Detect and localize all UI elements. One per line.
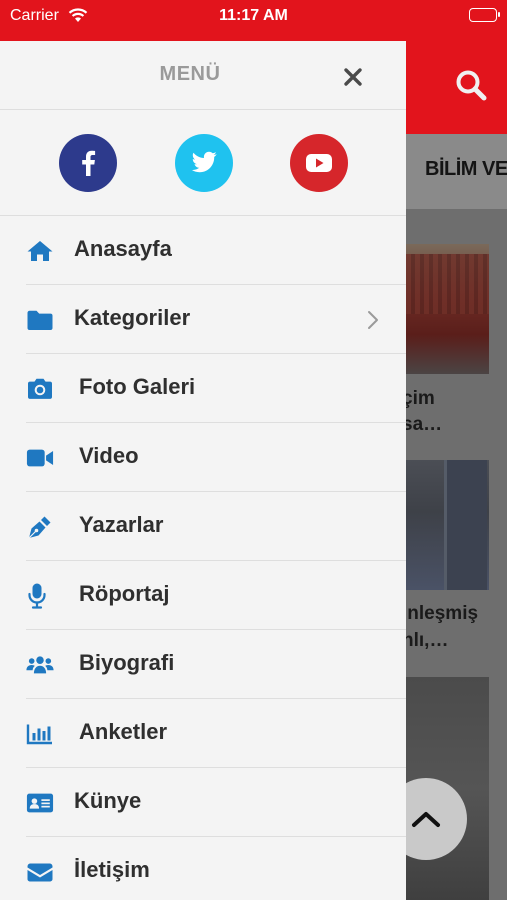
pen-icon (26, 514, 54, 540)
news-title-fragment: sa… (406, 414, 443, 435)
twitter-icon (191, 151, 217, 173)
news-title-fragment: nlı,… (406, 630, 449, 651)
news-title-fragment: inleşmiş (406, 603, 479, 624)
menu-item-label: Yazarlar (79, 512, 164, 537)
menu-item-label: Röportaj (79, 581, 170, 606)
envelope-icon (26, 859, 54, 885)
menu-item-anketler[interactable]: Anketler (26, 699, 406, 768)
menu-item-biyografi[interactable]: Biyografi (26, 630, 406, 699)
menu-item-roportaj[interactable]: Röportaj (26, 561, 406, 630)
category-tabs: BİLİM VE (406, 134, 507, 209)
menu-item-label: Kategoriler (74, 305, 191, 330)
clock: 11:17 AM (219, 7, 288, 24)
camera-icon (26, 376, 54, 402)
youtube-button[interactable] (290, 134, 348, 192)
menu-title: MENÜ (159, 63, 221, 85)
tab-bilim[interactable]: BİLİM VE (425, 158, 507, 181)
id-card-icon (26, 790, 54, 816)
menu-item-yazarlar[interactable]: Yazarlar (26, 492, 406, 561)
facebook-button[interactable] (59, 134, 117, 192)
chart-icon (26, 721, 54, 747)
close-icon[interactable] (341, 65, 365, 94)
chevron-up-icon (412, 812, 440, 827)
news-title-fragment: çim (406, 388, 435, 409)
menu-item-label: İletişim (74, 857, 150, 882)
menu-item-label: Foto Galeri (79, 374, 196, 399)
background-content: BİLİM VE çim sa… inleşmiş nlı,… (406, 41, 507, 900)
menu-item-video[interactable]: Video (26, 423, 406, 492)
users-icon (26, 652, 54, 678)
social-links (0, 110, 406, 216)
menu-item-label: Video (79, 443, 139, 468)
microphone-icon (26, 583, 54, 609)
app-header (406, 41, 507, 134)
video-icon (26, 445, 54, 471)
facebook-icon (82, 150, 96, 176)
side-menu: MENÜ Anasayfa Kategoriler Foto Galeri Vi… (0, 41, 406, 900)
menu-item-iletisim[interactable]: İletişim (26, 837, 406, 900)
menu-item-anasayfa[interactable]: Anasayfa (26, 216, 406, 285)
menu-item-label: Anketler (79, 719, 168, 744)
news-thumbnail[interactable] (406, 460, 489, 590)
menu-item-label: Anasayfa (74, 236, 172, 261)
twitter-button[interactable] (175, 134, 233, 192)
folder-icon (26, 307, 54, 333)
status-bar: Carrier 11:17 AM (0, 0, 507, 41)
menu-item-kunye[interactable]: Künye (26, 768, 406, 837)
menu-list: Anasayfa Kategoriler Foto Galeri Video Y… (0, 216, 406, 900)
search-icon[interactable] (454, 68, 488, 107)
battery-icon (469, 8, 500, 22)
news-thumbnail[interactable] (406, 244, 489, 374)
menu-item-kategoriler[interactable]: Kategoriler (26, 285, 406, 354)
menu-item-label: Künye (74, 788, 142, 813)
menu-header: MENÜ (0, 41, 406, 110)
menu-item-foto-galeri[interactable]: Foto Galeri (26, 354, 406, 423)
menu-item-label: Biyografi (79, 650, 175, 675)
chevron-right-icon (366, 309, 380, 336)
youtube-icon (306, 154, 332, 172)
home-icon (26, 238, 54, 264)
